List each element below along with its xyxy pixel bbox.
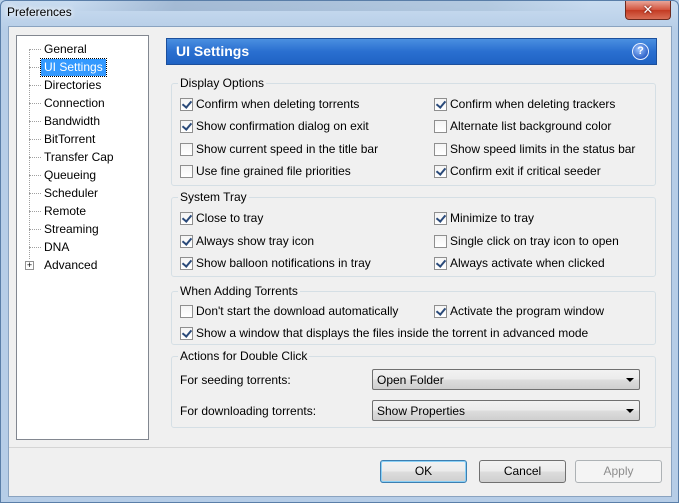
checkbox-box[interactable] — [434, 305, 447, 318]
checkbox-label: Confirm exit if critical seeder — [450, 164, 601, 178]
checkbox-label: Close to tray — [196, 211, 264, 225]
tree-item-label: Connection — [44, 96, 105, 110]
tree-item-label: Transfer Cap — [44, 150, 114, 164]
checkbox-label: Alternate list background color — [450, 119, 612, 133]
tree-item-label: UI Settings — [40, 58, 107, 77]
checkbox-box[interactable] — [180, 235, 193, 248]
tree-item-label: Advanced — [44, 258, 98, 272]
dropdown-value: Show Properties — [377, 404, 466, 418]
title-bar[interactable]: Preferences ✕ — [1, 1, 678, 25]
checkbox-box[interactable] — [180, 165, 193, 178]
downloading-torrents-label: For downloading torrents: — [180, 404, 317, 418]
downloading-action-dropdown[interactable]: Show Properties — [372, 400, 640, 421]
group-label: Actions for Double Click — [178, 349, 310, 363]
expand-icon[interactable]: + — [25, 261, 34, 270]
checkbox-label: Use fine grained file priorities — [196, 164, 351, 178]
checkbox-box[interactable] — [180, 143, 193, 156]
tree-item-label: Bandwidth — [44, 114, 101, 128]
display-options-group: Display Options Confirm when deleting to… — [171, 76, 656, 186]
checkbox-label: Minimize to tray — [450, 211, 535, 225]
tree-item-label: Queueing — [44, 168, 97, 182]
ok-button[interactable]: OK — [380, 460, 467, 483]
double-click-group: Actions for Double Click For seeding tor… — [171, 349, 656, 428]
category-tree[interactable]: General UI Settings Directories Connecti… — [16, 35, 149, 440]
checkbox-label: Confirm when deleting trackers — [450, 97, 616, 111]
checkbox-box[interactable] — [434, 98, 447, 111]
checkbox-label: Activate the program window — [450, 304, 605, 318]
help-icon[interactable]: ? — [632, 43, 649, 60]
checkbox-box[interactable] — [434, 212, 447, 225]
page-title: UI Settings — [176, 43, 250, 59]
checkbox-box[interactable] — [180, 98, 193, 111]
tree-item-label: Directories — [44, 78, 102, 92]
seeding-torrents-label: For seeding torrents: — [180, 373, 291, 387]
preferences-window: Preferences ✕ General UI Settings Direct… — [0, 0, 679, 503]
tree-item-label: DNA — [44, 240, 70, 254]
checkbox-box[interactable] — [180, 327, 193, 340]
cancel-button[interactable]: Cancel — [479, 460, 566, 483]
checkbox-box[interactable] — [180, 257, 193, 270]
chevron-down-icon — [626, 378, 634, 382]
checkbox-box[interactable] — [180, 120, 193, 133]
group-label: System Tray — [178, 190, 249, 204]
title-bar-background — [71, 1, 591, 11]
checkbox-box[interactable] — [434, 143, 447, 156]
checkbox-label: Show speed limits in the status bar — [450, 142, 636, 156]
chevron-down-icon — [626, 409, 634, 413]
tree-item-label: Scheduler — [44, 186, 99, 200]
close-icon[interactable]: ✕ — [625, 1, 671, 20]
checkbox-label: Always show tray icon — [196, 234, 315, 248]
checkbox-label: Show current speed in the title bar — [196, 142, 379, 156]
page-header: UI Settings ? — [166, 38, 657, 65]
system-tray-group: System Tray Close to tray Minimize to tr… — [171, 190, 656, 277]
checkbox-label: Confirm when deleting torrents — [196, 97, 360, 111]
dialog-body: General UI Settings Directories Connecti… — [8, 26, 672, 497]
window-title: Preferences — [7, 5, 72, 19]
group-label: When Adding Torrents — [178, 284, 300, 298]
dropdown-value: Open Folder — [377, 373, 444, 387]
apply-button[interactable]: Apply — [575, 460, 662, 483]
checkbox-box[interactable] — [434, 165, 447, 178]
checkbox-label: Don't start the download automatically — [196, 304, 399, 318]
checkbox-box[interactable] — [434, 120, 447, 133]
button-bar-divider — [9, 447, 671, 448]
adding-torrents-group: When Adding Torrents Don't start the dow… — [171, 284, 656, 345]
tree-item-label: Remote — [44, 204, 87, 218]
checkbox-box[interactable] — [180, 212, 193, 225]
checkbox-box[interactable] — [180, 305, 193, 318]
checkbox-label: Show a window that displays the files in… — [196, 326, 589, 340]
tree-item-label: Streaming — [44, 222, 99, 236]
checkbox-label: Single click on tray icon to open — [450, 234, 619, 248]
checkbox-box[interactable] — [434, 257, 447, 270]
checkbox-label: Always activate when clicked — [450, 256, 605, 270]
checkbox-label: Show balloon notifications in tray — [196, 256, 371, 270]
tree-item-label: General — [44, 42, 87, 56]
group-label: Display Options — [178, 76, 267, 90]
tree-item-label: BitTorrent — [44, 132, 96, 146]
tree-connector-line — [29, 49, 30, 259]
checkbox-box[interactable] — [434, 235, 447, 248]
checkbox-label: Show confirmation dialog on exit — [196, 119, 369, 133]
seeding-action-dropdown[interactable]: Open Folder — [372, 369, 640, 390]
